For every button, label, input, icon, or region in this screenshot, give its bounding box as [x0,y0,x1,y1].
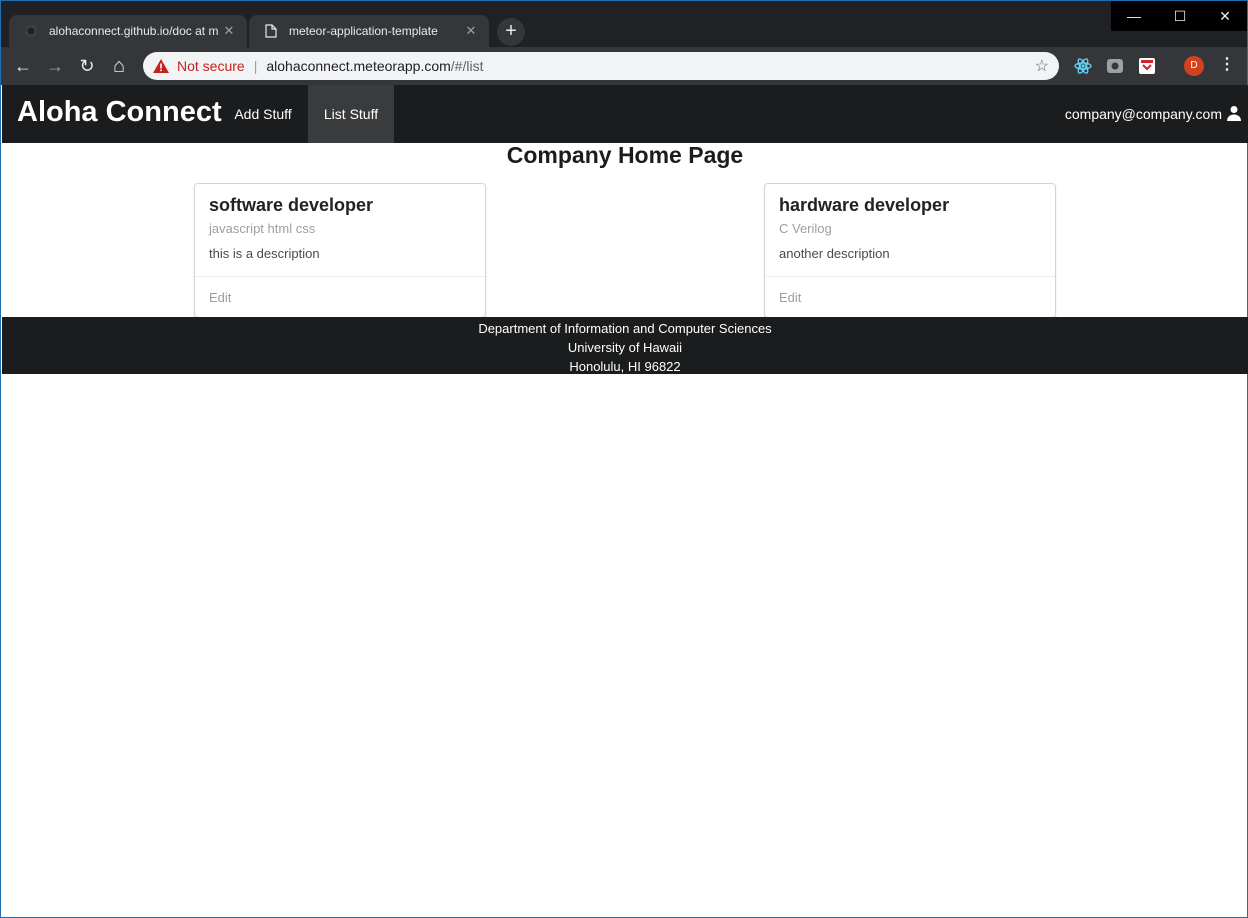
new-tab-button[interactable]: + [497,18,525,46]
maximize-button[interactable]: ☐ [1157,1,1203,31]
react-devtools-icon[interactable] [1073,56,1093,76]
bookmark-star-icon[interactable]: ☆ [1035,56,1049,76]
back-button[interactable]: ← [10,53,36,79]
footer-line: Honolulu, HI 96822 [569,359,681,374]
card-meta: C Verilog [779,221,832,236]
forward-button[interactable]: → [42,53,68,79]
minimize-button[interactable]: — [1111,1,1157,31]
security-label[interactable]: Not secure [177,58,245,74]
card-meta: javascript html css [209,221,316,236]
footer-line: University of Hawaii [567,340,683,355]
footer-line: Department of Information and Computer S… [478,321,772,336]
home-button[interactable]: ⌂ [106,53,132,79]
stuff-card: hardware developer C Verilog another des… [764,183,1056,318]
url-path: /#/list [450,58,484,74]
tab-title: meteor-application-template [289,24,438,38]
card-description: another description [779,246,890,261]
brand-logo[interactable]: Aloha Connect [17,96,222,129]
tab-github-doc[interactable]: alohaconnect.github.io/doc at m ✕ [9,15,247,47]
separator: | [253,58,258,74]
user-icon[interactable] [1226,105,1242,121]
card-divider [765,276,1055,277]
close-tab-icon[interactable]: ✕ [463,23,479,39]
stuff-card: software developer javascript html css t… [194,183,486,318]
card-header: software developer [209,195,374,215]
browser-toolbar: ← → ↻ ⌂ Not secure | alohaconnect.meteor… [1,47,1247,85]
edit-link[interactable]: Edit [209,290,231,305]
card-divider [195,276,485,277]
url-host: alohaconnect.meteorapp.com [266,58,451,74]
profile-avatar[interactable]: D [1184,56,1204,76]
nav-add-stuff[interactable]: Add Stuff [218,85,308,143]
close-window-button[interactable]: ✕ [1202,1,1248,31]
tab-meteor-app[interactable]: meteor-application-template ✕ [249,15,489,47]
tab-title: alohaconnect.github.io/doc at m [49,24,219,38]
browser-window: alohaconnect.github.io/doc at m ✕ meteor… [0,0,1248,918]
user-menu[interactable]: company@company.com [1065,85,1222,143]
card-description: this is a description [209,246,320,261]
extension-icon[interactable] [1105,56,1125,76]
page-title: Company Home Page [506,142,744,168]
browser-menu-icon[interactable]: ⋮ [1219,54,1235,74]
page-footer: Department of Information and Computer S… [2,317,1248,374]
close-tab-icon[interactable]: ✕ [221,23,237,39]
app-navbar: Aloha Connect Add Stuff List Stuff compa… [2,85,1248,143]
pocket-icon[interactable] [1137,56,1157,76]
address-bar[interactable]: Not secure | alohaconnect.meteorapp.com … [143,52,1059,80]
nav-list-stuff[interactable]: List Stuff [308,85,394,143]
tab-strip: alohaconnect.github.io/doc at m ✕ meteor… [1,1,1247,47]
edit-link[interactable]: Edit [779,290,801,305]
warning-icon [153,59,169,73]
card-header: hardware developer [779,195,950,215]
reload-button[interactable]: ↻ [74,53,100,79]
document-icon [263,23,279,39]
github-icon [23,23,39,39]
